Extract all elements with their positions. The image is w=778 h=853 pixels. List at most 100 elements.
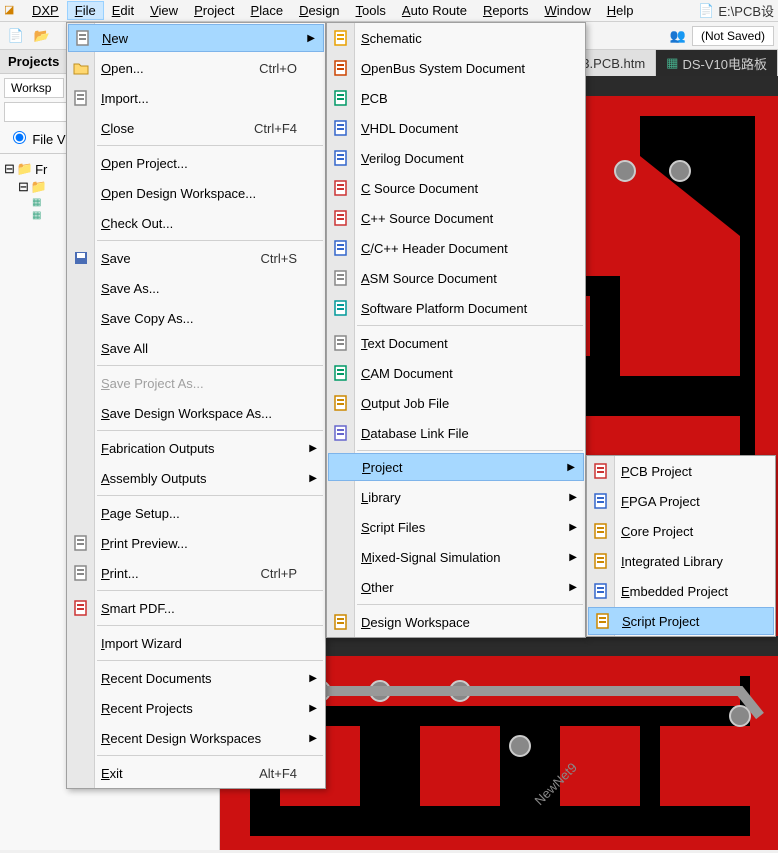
- project-item-embedded-project[interactable]: Embedded Project: [587, 576, 775, 606]
- submenu-arrow-icon: ▶: [309, 733, 317, 744]
- file-item-new[interactable]: New▶: [68, 24, 324, 52]
- new-item-verilog-document[interactable]: Verilog Document: [327, 143, 585, 173]
- doc-icon: [71, 468, 91, 488]
- file-item-assembly-outputs[interactable]: Assembly Outputs▶: [67, 463, 325, 493]
- project-item-core-project[interactable]: Core Project: [587, 516, 775, 546]
- menu-item-label: VHDL Document: [361, 121, 458, 136]
- new-item-c-c-header-document[interactable]: C/C++ Header Document: [327, 233, 585, 263]
- menu-dxp[interactable]: DXP: [24, 1, 67, 20]
- doc-icon: [331, 517, 351, 537]
- menu-item-label: Embedded Project: [621, 584, 728, 599]
- new-item-schematic[interactable]: Schematic: [327, 23, 585, 53]
- project-item-fpga-project[interactable]: FPGA Project: [587, 486, 775, 516]
- new-item-script-files[interactable]: Script Files▶: [327, 512, 585, 542]
- file-item-save-design-workspace-as[interactable]: Save Design Workspace As...: [67, 398, 325, 428]
- shortcut-label: Ctrl+S: [261, 251, 297, 266]
- file-item-exit[interactable]: ExitAlt+F4: [67, 758, 325, 788]
- menu-item-label: C/C++ Header Document: [361, 241, 508, 256]
- menu-place[interactable]: Place: [243, 1, 292, 20]
- file-item-fabrication-outputs[interactable]: Fabrication Outputs▶: [67, 433, 325, 463]
- new-item-mixed-signal-simulation[interactable]: Mixed-Signal Simulation ▶: [327, 542, 585, 572]
- pcbp-icon: [591, 461, 611, 481]
- toolbar-new-icon[interactable]: 📄: [4, 25, 28, 47]
- menu-file[interactable]: File: [67, 1, 104, 20]
- new-item-database-link-file[interactable]: Database Link File: [327, 418, 585, 448]
- ws-icon: [331, 612, 351, 632]
- workspace-button[interactable]: Worksp: [4, 78, 64, 98]
- menu-item-label: Recent Design Workspaces: [101, 731, 261, 746]
- menu-window[interactable]: Window: [536, 1, 598, 20]
- new-item-c-source-document[interactable]: C++ Source Document: [327, 203, 585, 233]
- file-item-close[interactable]: CloseCtrl+F4: [67, 113, 325, 143]
- new-item-cam-document[interactable]: CAM Document: [327, 358, 585, 388]
- doc-icon: [71, 338, 91, 358]
- file-item-open-project[interactable]: Open Project...: [67, 148, 325, 178]
- toolbar-misc-icon[interactable]: 👥: [666, 25, 690, 47]
- menu-reports[interactable]: Reports: [475, 1, 537, 20]
- doc-icon: [71, 118, 91, 138]
- preview-icon: [71, 533, 91, 553]
- menu-edit[interactable]: Edit: [104, 1, 142, 20]
- menu-project[interactable]: Project: [186, 1, 242, 20]
- menu-item-label: Library: [361, 490, 401, 505]
- file-item-open-design-workspace[interactable]: Open Design Workspace...: [67, 178, 325, 208]
- menu-item-label: Schematic: [361, 31, 422, 46]
- file-item-save-copy-as[interactable]: Save Copy As...: [67, 303, 325, 333]
- project-item-script-project[interactable]: Script Project: [588, 607, 774, 635]
- sch-icon: [331, 28, 351, 48]
- file-item-recent-projects[interactable]: Recent Projects▶: [67, 693, 325, 723]
- new-item-other[interactable]: Other▶: [327, 572, 585, 602]
- toolbar-open-icon[interactable]: 📂: [30, 25, 54, 47]
- new-item-design-workspace[interactable]: Design Workspace: [327, 607, 585, 637]
- h-icon: [331, 238, 351, 258]
- file-item-save[interactable]: SaveCtrl+S: [67, 243, 325, 273]
- doc-icon: [71, 438, 91, 458]
- menu-tools[interactable]: Tools: [348, 1, 394, 20]
- menu-design[interactable]: Design: [291, 1, 347, 20]
- new-item-asm-source-document[interactable]: ASM Source Document: [327, 263, 585, 293]
- menu-item-label: Save Copy As...: [101, 311, 194, 326]
- file-item-open[interactable]: Open...Ctrl+O: [67, 53, 325, 83]
- file-item-import[interactable]: Import...: [67, 83, 325, 113]
- menu-help[interactable]: Help: [599, 1, 642, 20]
- file-item-smart-pdf[interactable]: Smart PDF...: [67, 593, 325, 623]
- project-item-integrated-library[interactable]: Integrated Library: [587, 546, 775, 576]
- blank-doc-icon: [73, 28, 93, 48]
- file-item-page-setup[interactable]: Page Setup...: [67, 498, 325, 528]
- menu-item-label: OpenBus System Document: [361, 61, 525, 76]
- new-item-output-job-file[interactable]: Output Job File: [327, 388, 585, 418]
- menu-item-label: Project: [362, 460, 402, 475]
- new-item-openbus-system-document[interactable]: OpenBus System Document: [327, 53, 585, 83]
- submenu-arrow-icon: ▶: [569, 552, 577, 563]
- menu-item-label: Fabrication Outputs: [101, 441, 214, 456]
- project-item-pcb-project[interactable]: PCB Project: [587, 456, 775, 486]
- submenu-arrow-icon: ▶: [569, 522, 577, 533]
- menu-item-label: C Source Document: [361, 181, 478, 196]
- menu-item-label: CAM Document: [361, 366, 453, 381]
- file-item-check-out[interactable]: Check Out...: [67, 208, 325, 238]
- menu-item-label: Mixed-Signal Simulation: [361, 550, 500, 565]
- fpga-icon: [591, 491, 611, 511]
- file-item-save-as[interactable]: Save As...: [67, 273, 325, 303]
- file-item-recent-documents[interactable]: Recent Documents▶: [67, 663, 325, 693]
- menu-auto-route[interactable]: Auto Route: [394, 1, 475, 20]
- new-item-library[interactable]: Library▶: [327, 482, 585, 512]
- file-item-import-wizard[interactable]: Import Wizard: [67, 628, 325, 658]
- shortcut-label: Ctrl+O: [259, 61, 297, 76]
- file-item-recent-design-workspaces[interactable]: Recent Design Workspaces ▶: [67, 723, 325, 753]
- new-item-c-source-document[interactable]: C Source Document: [327, 173, 585, 203]
- file-view-radio[interactable]: File Vi: [8, 133, 68, 147]
- new-item-vhdl-document[interactable]: VHDL Document: [327, 113, 585, 143]
- file-item-print-preview[interactable]: Print Preview...: [67, 528, 325, 558]
- new-item-pcb[interactable]: PCB: [327, 83, 585, 113]
- save-icon: [71, 248, 91, 268]
- file-item-save-all[interactable]: Save All: [67, 333, 325, 363]
- new-item-software-platform-document[interactable]: Software Platform Document: [327, 293, 585, 323]
- new-item-text-document[interactable]: Text Document: [327, 328, 585, 358]
- tab-pcb[interactable]: ▦DS-V10电路板: [656, 50, 778, 76]
- doc-icon: [71, 373, 91, 393]
- new-item-project[interactable]: Project▶: [328, 453, 584, 481]
- file-item-print[interactable]: Print...Ctrl+P: [67, 558, 325, 588]
- doc-icon: [331, 487, 351, 507]
- menu-view[interactable]: View: [142, 1, 186, 20]
